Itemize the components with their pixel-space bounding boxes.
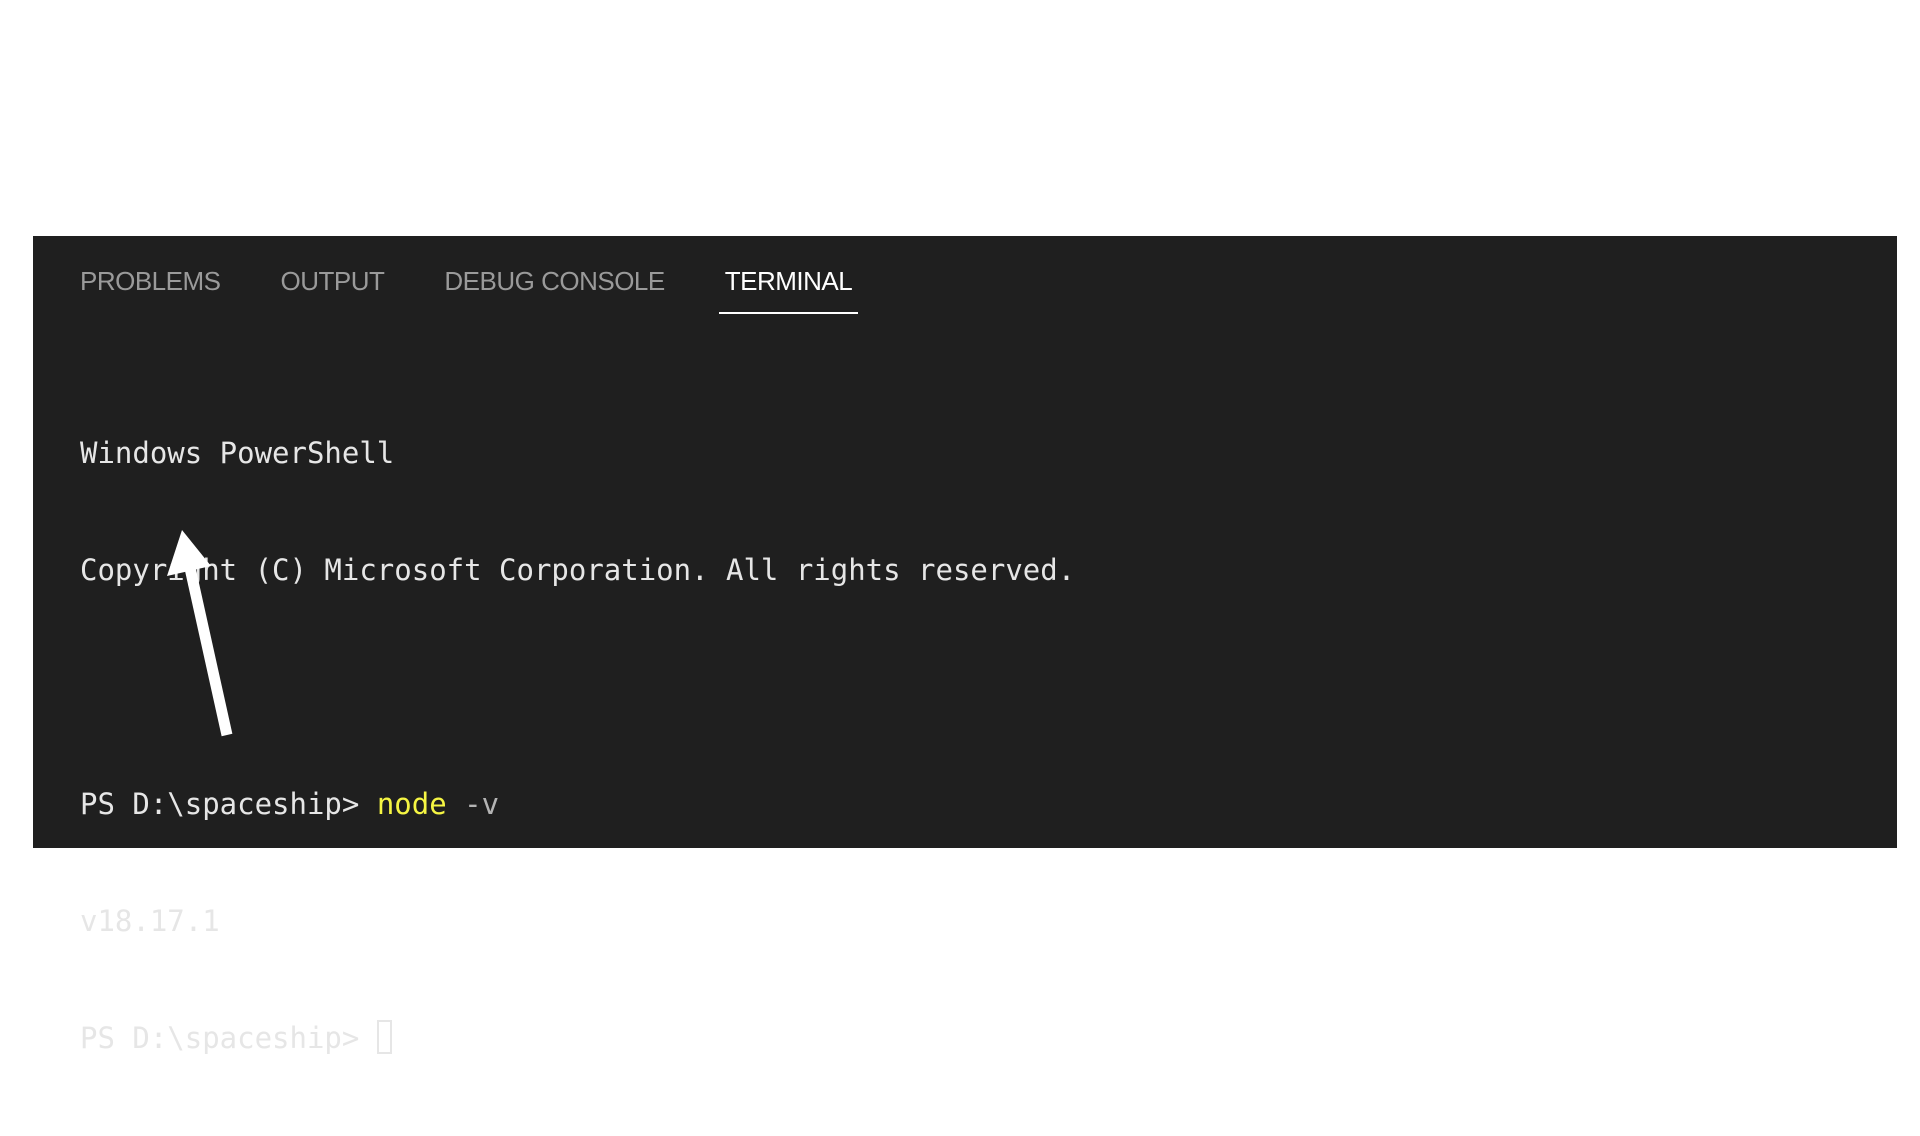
arrow-up-icon — [167, 530, 233, 737]
terminal-panel: PROBLEMS OUTPUT DEBUG CONSOLE TERMINAL W… — [33, 236, 1897, 1055]
terminal-version-output: v18.17.1 — [80, 904, 220, 938]
terminal-cursor — [376, 1020, 392, 1054]
terminal-command-line: PS D:\spaceship> node -v — [80, 785, 1897, 824]
terminal-prompt: PS D:\spaceship> — [80, 787, 377, 821]
tab-terminal[interactable]: TERMINAL — [718, 236, 859, 314]
terminal-output[interactable]: Windows PowerShell Copyright (C) Microso… — [80, 356, 1897, 1055]
tab-output[interactable]: OUTPUT — [281, 236, 391, 314]
terminal-command: node — [376, 787, 447, 821]
terminal-command-args: -v — [446, 787, 500, 821]
terminal-input-line[interactable]: PS D:\spaceship> — [80, 1019, 1897, 1058]
panel-tabs: PROBLEMS OUTPUT DEBUG CONSOLE TERMINAL — [80, 236, 912, 314]
tab-debug-console[interactable]: DEBUG CONSOLE — [444, 236, 670, 314]
tab-problems[interactable]: PROBLEMS — [80, 236, 227, 314]
terminal-copyright-line: Copyright (C) Microsoft Corporation. All… — [80, 553, 1076, 587]
terminal-header-line: Windows PowerShell — [80, 436, 395, 470]
terminal-prompt: PS D:\spaceship> — [80, 1021, 377, 1055]
